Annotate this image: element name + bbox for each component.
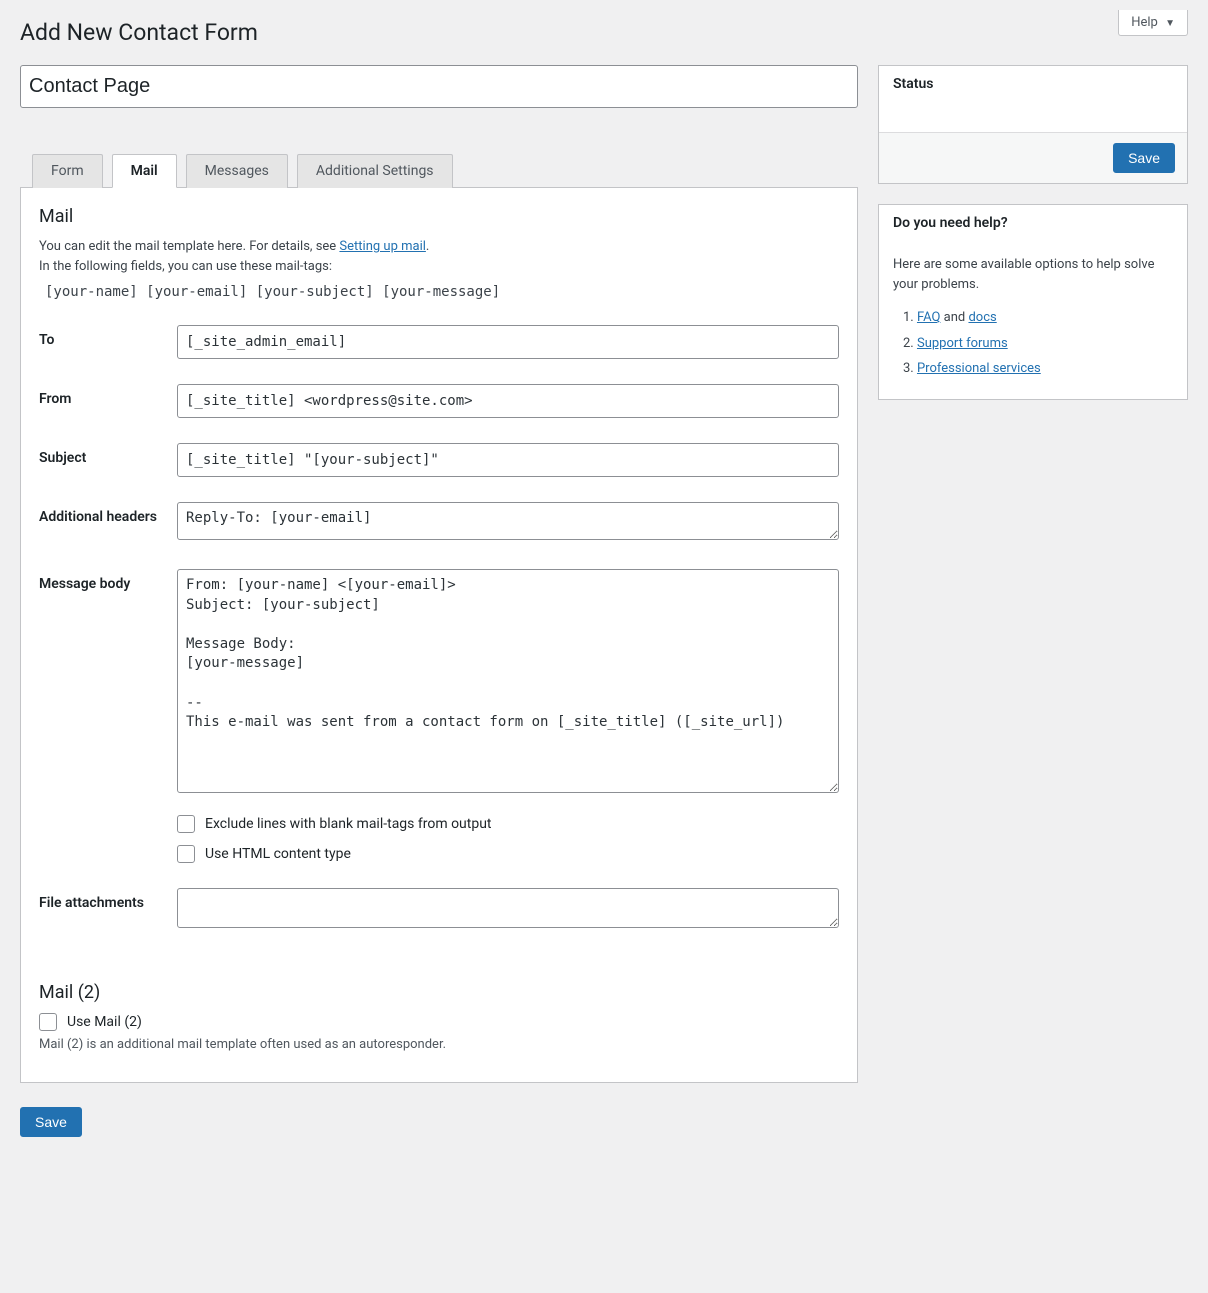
subject-input[interactable]: [177, 443, 839, 477]
status-title: Status: [879, 66, 1187, 102]
help-item-forums: Support forums: [903, 334, 1173, 354]
status-postbox: Status Save: [878, 65, 1188, 184]
save-button-bottom[interactable]: Save: [20, 1107, 82, 1137]
to-label: To: [39, 325, 167, 350]
mail-panel: Mail You can edit the mail template here…: [20, 188, 858, 1083]
from-input[interactable]: [177, 384, 839, 418]
exclude-blank-label: Exclude lines with blank mail-tags from …: [205, 816, 492, 832]
form-title-input[interactable]: [20, 65, 858, 108]
exclude-blank-checkbox[interactable]: [177, 815, 195, 833]
subject-label: Subject: [39, 443, 167, 468]
help-item-pro: Professional services: [903, 359, 1173, 379]
tabs: Form Mail Messages Additional Settings: [20, 153, 858, 188]
mail2-heading: Mail (2): [39, 982, 839, 1003]
help-tab-label: Help: [1131, 15, 1158, 30]
file-attachments-input[interactable]: [177, 888, 839, 928]
help-tab[interactable]: Help ▼: [1118, 10, 1188, 36]
tab-messages[interactable]: Messages: [186, 154, 288, 188]
mail-heading: Mail: [39, 206, 839, 227]
from-label: From: [39, 384, 167, 409]
to-input[interactable]: [177, 325, 839, 359]
additional-headers-label: Additional headers: [39, 502, 167, 527]
professional-services-link[interactable]: Professional services: [917, 361, 1041, 376]
tab-mail[interactable]: Mail: [112, 154, 177, 188]
html-content-checkbox[interactable]: [177, 845, 195, 863]
message-body-input[interactable]: [177, 569, 839, 793]
page-title: Add New Contact Form: [20, 10, 1188, 50]
message-body-label: Message body: [39, 569, 167, 594]
help-intro: Here are some available options to help …: [893, 255, 1173, 294]
html-content-label: Use HTML content type: [205, 846, 351, 862]
caret-down-icon: ▼: [1165, 18, 1175, 29]
docs-link[interactable]: docs: [968, 310, 996, 325]
additional-headers-input[interactable]: [177, 502, 839, 540]
use-mail2-label: Use Mail (2): [67, 1014, 142, 1030]
mail2-description: Mail (2) is an additional mail template …: [39, 1037, 839, 1052]
help-postbox: Do you need help? Here are some availabl…: [878, 204, 1188, 400]
mail-tags: [your-name] [your-email] [your-subject] …: [39, 284, 839, 300]
use-mail2-checkbox[interactable]: [39, 1013, 57, 1031]
faq-link[interactable]: FAQ: [917, 310, 940, 325]
support-forums-link[interactable]: Support forums: [917, 336, 1008, 351]
setup-mail-link[interactable]: Setting up mail: [339, 239, 425, 254]
file-attachments-label: File attachments: [39, 888, 167, 913]
tab-form[interactable]: Form: [32, 154, 103, 188]
help-item-faq: FAQ and docs: [903, 308, 1173, 328]
tab-additional-settings[interactable]: Additional Settings: [297, 154, 453, 188]
mail-intro: You can edit the mail template here. For…: [39, 237, 839, 276]
save-button-side[interactable]: Save: [1113, 143, 1175, 173]
help-title: Do you need help?: [879, 205, 1187, 241]
